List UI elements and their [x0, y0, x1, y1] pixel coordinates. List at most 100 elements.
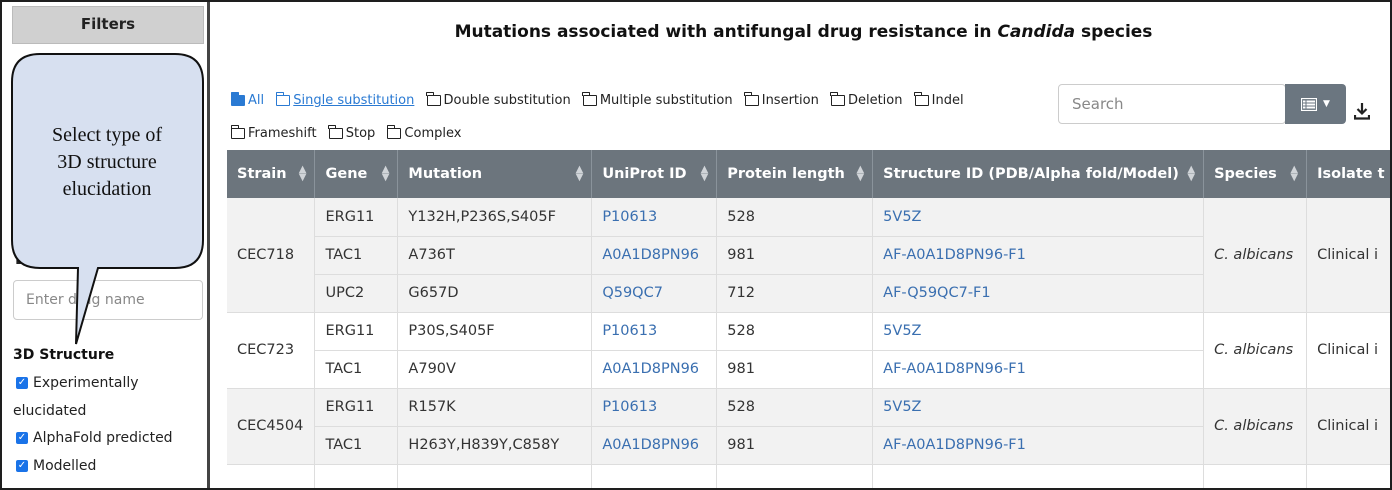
length-cell: 528	[716, 198, 874, 237]
table-row-partial	[227, 464, 1390, 488]
uniprot-link[interactable]: Q59QC7	[591, 274, 718, 313]
type-complex[interactable]: Complex	[386, 125, 461, 141]
structure-link[interactable]: AF-A0A1D8PN96-F1	[872, 426, 1205, 465]
folder-icon	[830, 92, 845, 106]
col-strain[interactable]: Strain ▲ ▼	[227, 150, 316, 198]
sort-icon: ▲ ▼	[381, 164, 390, 183]
folder-icon	[582, 92, 597, 106]
caret-down-icon: ▼	[1323, 99, 1330, 109]
mutation-cell: Y132H,P236S,S405F	[397, 198, 593, 237]
uniprot-link[interactable]: A0A1D8PN96	[591, 350, 718, 389]
gene-cell: ERG11	[314, 312, 399, 351]
structure-link[interactable]: AF-A0A1D8PN96-F1	[872, 350, 1205, 389]
mutation-type-filters-row2: Frameshift Stop Complex	[230, 125, 469, 143]
species-cell: C. albicans	[1203, 388, 1308, 465]
col-protein-length[interactable]: Protein length ▲ ▼	[716, 150, 874, 198]
folder-icon	[275, 92, 291, 106]
isolate-cell: Clinical i	[1306, 198, 1390, 313]
title-suffix: species	[1075, 22, 1153, 42]
col-isolate[interactable]: Isolate t	[1306, 150, 1390, 198]
download-icon[interactable]	[1354, 102, 1370, 120]
folder-icon	[914, 92, 929, 106]
length-cell: 981	[716, 350, 874, 389]
gene-cell: TAC1	[314, 426, 399, 465]
type-double-substitution[interactable]: Double substitution	[426, 92, 571, 108]
mutations-table: Strain ▲ ▼ Gene ▲ ▼ Mutation ▲ ▼ UniProt ID ▲ ▼ …	[227, 150, 1390, 488]
uniprot-link[interactable]: P10613	[591, 198, 718, 237]
experimental-checkbox[interactable]: ✓ Experimentally	[16, 375, 139, 391]
col-uniprot[interactable]: UniProt ID ▲ ▼	[591, 150, 718, 198]
strain-cell: CEC4504	[227, 388, 316, 465]
type-deletion[interactable]: Deletion	[830, 92, 903, 108]
length-cell: 981	[716, 236, 874, 275]
structure-link[interactable]: 5V5Z	[872, 388, 1205, 427]
experimental-label-line2: elucidated	[13, 403, 87, 419]
callout-line-3: elucidation	[62, 178, 152, 200]
table-row: CEC723 ERG11 P30S,S405F P10613 528 5V5Z …	[227, 312, 1390, 389]
strain-cell: CEC723	[227, 312, 316, 389]
type-indel[interactable]: Indel	[914, 92, 964, 108]
structure-link[interactable]: AF-A0A1D8PN96-F1	[872, 236, 1205, 275]
type-all[interactable]: All	[230, 92, 264, 108]
gene-cell: ERG11	[314, 198, 399, 237]
search-input[interactable]	[1058, 84, 1286, 124]
checkbox-checked-icon[interactable]: ✓	[16, 432, 28, 444]
folder-open-icon	[230, 92, 245, 106]
type-single-substitution[interactable]: Single substitution	[275, 92, 414, 108]
folder-icon	[328, 125, 343, 139]
col-gene[interactable]: Gene ▲ ▼	[314, 150, 399, 198]
isolate-cell: Clinical i	[1306, 388, 1390, 465]
mutation-cell: G657D	[397, 274, 593, 313]
sort-icon: ▲ ▼	[856, 164, 865, 183]
type-frameshift[interactable]: Frameshift	[230, 125, 317, 141]
gene-cell: TAC1	[314, 350, 399, 389]
list-icon	[1301, 97, 1318, 111]
alphafold-checkbox[interactable]: ✓ AlphaFold predicted	[16, 430, 173, 446]
col-structure-id[interactable]: Structure ID (PDB/Alpha fold/Model) ▲ ▼	[872, 150, 1205, 198]
isolate-cell: Clinical i	[1306, 312, 1390, 389]
type-insertion[interactable]: Insertion	[744, 92, 819, 108]
checkbox-checked-icon[interactable]: ✓	[16, 460, 28, 472]
col-mutation[interactable]: Mutation ▲ ▼	[397, 150, 593, 198]
sort-icon: ▲ ▼	[700, 164, 709, 183]
structure-link[interactable]: 5V5Z	[872, 198, 1205, 237]
structure-link[interactable]: AF-Q59QC7-F1	[872, 274, 1205, 313]
checkbox-checked-icon[interactable]: ✓	[16, 377, 28, 389]
alphafold-label: AlphaFold predicted	[33, 430, 173, 446]
table-row: CEC4504 ERG11 R157K P10613 528 5V5Z C. a…	[227, 388, 1390, 465]
gene-cell: UPC2	[314, 274, 399, 313]
uniprot-link[interactable]: A0A1D8PN96	[591, 236, 718, 275]
mutations-table-wrap: Strain ▲ ▼ Gene ▲ ▼ Mutation ▲ ▼ UniProt ID ▲ ▼ …	[227, 150, 1390, 488]
folder-icon	[386, 125, 402, 139]
title-prefix: Mutations associated with antifungal dru…	[454, 22, 998, 42]
mutation-cell: P30S,S405F	[397, 312, 593, 351]
length-cell: 528	[716, 388, 874, 427]
mutation-cell: H263Y,H839Y,C858Y	[397, 426, 593, 465]
experimental-label-line2-wrap: elucidated	[13, 403, 86, 419]
modelled-checkbox[interactable]: ✓ Modelled	[16, 458, 96, 474]
sort-icon: ▲ ▼	[1187, 164, 1196, 183]
structure-link[interactable]: 5V5Z	[872, 312, 1205, 351]
type-stop[interactable]: Stop	[328, 125, 375, 141]
main-content: Mutations associated with antifungal dru…	[213, 2, 1390, 488]
col-species[interactable]: Species ▲ ▼	[1203, 150, 1308, 198]
length-cell: 712	[716, 274, 874, 313]
uniprot-link[interactable]: P10613	[591, 388, 718, 427]
title-italic: Candida	[997, 22, 1076, 42]
type-multiple-substitution[interactable]: Multiple substitution	[582, 92, 733, 108]
length-cell: 528	[716, 312, 874, 351]
sort-icon: ▲ ▼	[575, 164, 584, 183]
uniprot-link[interactable]: P10613	[591, 312, 718, 351]
columns-toggle-button[interactable]: ▼	[1285, 84, 1346, 124]
mutation-type-filters: All Single substitution Double substitut…	[230, 92, 972, 110]
mutation-cell: A790V	[397, 350, 593, 389]
mutation-cell: A736T	[397, 236, 593, 275]
sort-icon: ▲ ▼	[1290, 164, 1299, 183]
callout-text: Select type of 3D structure elucidation	[14, 122, 200, 203]
screenshot-frame: Filters D 3D Structure ✓ Experimentally …	[0, 0, 1392, 490]
modelled-label: Modelled	[33, 458, 97, 474]
table-row: CEC718 ERG11 Y132H,P236S,S405F P10613 52…	[227, 198, 1390, 313]
page-title: Mutations associated with antifungal dru…	[213, 22, 1390, 42]
uniprot-link[interactable]: A0A1D8PN96	[591, 426, 718, 465]
folder-icon	[426, 92, 441, 106]
